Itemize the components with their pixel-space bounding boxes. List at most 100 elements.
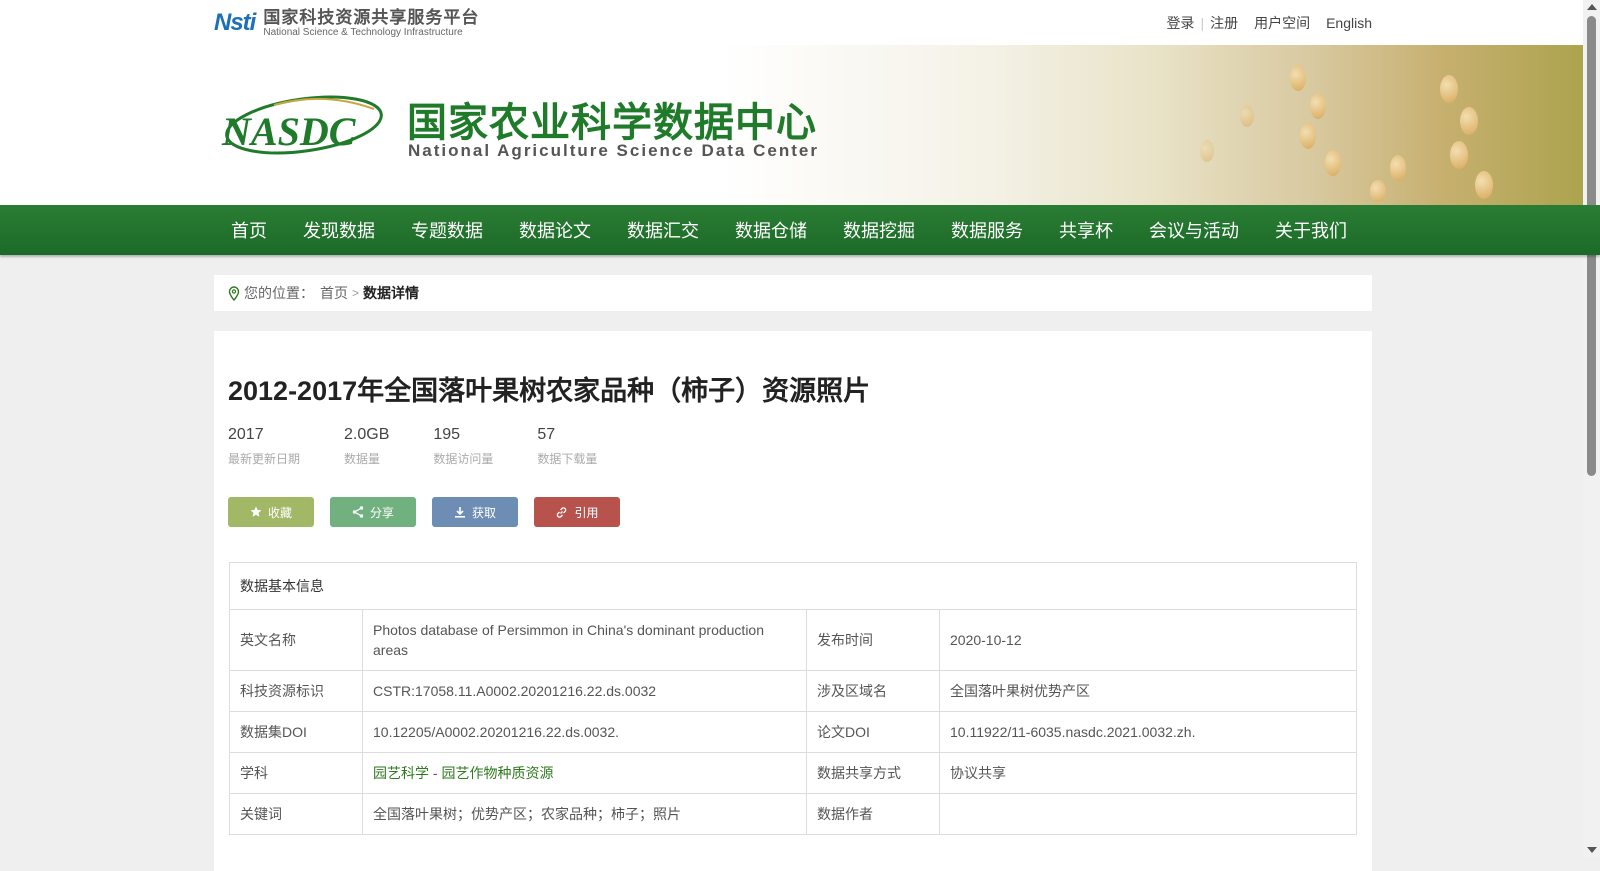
share-button[interactable]: 分享 (330, 497, 416, 527)
nav-item-papers[interactable]: 数据论文 (501, 217, 609, 243)
table-header: 数据基本信息 (229, 562, 1357, 610)
download-icon (454, 507, 465, 518)
field-value-cstr: CSTR:17058.11.A0002.20201216.22.ds.0032 (362, 670, 807, 712)
table-row: 科技资源标识 CSTR:17058.11.A0002.20201216.22.d… (229, 670, 1357, 712)
center-name-cn: 国家农业科学数据中心 (407, 101, 817, 145)
field-label-keywords: 关键词 (229, 793, 363, 835)
stat-value: 195 (433, 426, 461, 443)
table-row: 英文名称 Photos database of Persimmon in Chi… (229, 609, 1357, 671)
scroll-up-icon[interactable] (1587, 4, 1597, 10)
nav-item-cup[interactable]: 共享杯 (1041, 217, 1131, 243)
get-data-button[interactable]: 获取 (432, 497, 518, 527)
field-label-publish-date: 发布时间 (806, 609, 940, 671)
share-icon (352, 506, 364, 518)
field-label-subject: 学科 (229, 752, 363, 794)
subject-link-horticulture[interactable]: 园艺科学 (373, 765, 429, 781)
stat-label: 数据访问量 (433, 452, 494, 466)
rice-grain-decoration (1370, 180, 1386, 202)
field-value-region: 全国落叶果树优势产区 (939, 670, 1357, 712)
subject-separator: - (429, 765, 442, 781)
field-value-publish-date: 2020-10-12 (939, 609, 1357, 671)
vertical-scrollbar[interactable] (1583, 0, 1600, 857)
nsti-logo[interactable]: Nsti 国家科技资源共享服务平台 National Science & Tec… (214, 7, 480, 38)
field-value-subject: 园艺科学 - 园艺作物种质资源 (362, 752, 807, 794)
location-pin-icon (228, 285, 240, 301)
basic-info-table: 数据基本信息 英文名称 Photos database of Persimmon… (229, 562, 1357, 835)
nav-item-services[interactable]: 数据服务 (933, 217, 1041, 243)
field-label-authors: 数据作者 (806, 793, 940, 835)
user-space-link[interactable]: 用户空间 (1254, 13, 1310, 33)
main-nav: 首页 发现数据 专题数据 数据论文 数据汇交 数据仓储 数据挖掘 数据服务 共享… (0, 205, 1600, 255)
field-value-sharing-mode: 协议共享 (939, 752, 1357, 794)
action-buttons: 收藏 分享 获取 引用 (228, 497, 636, 527)
rice-grain-decoration (1390, 155, 1406, 181)
share-label: 分享 (369, 505, 394, 520)
header-banner: NASDC 国家农业科学数据中心 National Agriculture Sc… (0, 45, 1600, 205)
breadcrumb-prefix: 您的位置： (244, 285, 314, 301)
stat-value: 2.0GB (344, 426, 390, 443)
nasdc-logo-text: NASDC (221, 109, 357, 154)
stat-label: 最新更新日期 (228, 452, 301, 466)
link-icon (557, 506, 567, 518)
subject-link-germplasm[interactable]: 园艺作物种质资源 (441, 765, 553, 781)
center-name-en: National Agriculture Science Data Center (408, 141, 819, 160)
nav-item-topics[interactable]: 专题数据 (393, 217, 501, 243)
breadcrumb-home[interactable]: 首页 (320, 283, 348, 303)
stat-visits: 195 数据访问量 (433, 426, 493, 467)
field-label-sharing-mode: 数据共享方式 (806, 752, 940, 794)
table-row: 数据集DOI 10.12205/A0002.20201216.22.ds.003… (229, 711, 1357, 753)
nav-item-discover[interactable]: 发现数据 (285, 217, 393, 243)
breadcrumb-current: 数据详情 (363, 285, 420, 301)
chevron-right-icon: > (352, 286, 360, 300)
field-value-keywords: 全国落叶果树；优势产区；农家品种；柿子；照片 (362, 793, 807, 835)
nav-item-submit[interactable]: 数据汇交 (609, 217, 717, 243)
cite-button[interactable]: 引用 (534, 497, 620, 527)
platform-name-cn: 国家科技资源共享服务平台 (263, 7, 480, 27)
table-row: 学科 园艺科学 - 园艺作物种质资源 数据共享方式 协议共享 (229, 752, 1357, 794)
register-link[interactable]: 注册 (1210, 13, 1238, 33)
field-value-dataset-doi: 10.12205/A0002.20201216.22.ds.0032. (362, 711, 807, 753)
nasdc-logo[interactable]: NASDC (214, 95, 384, 159)
field-label-region: 涉及区域名 (806, 670, 940, 712)
english-link[interactable]: English (1326, 15, 1372, 31)
table-row: 关键词 全国落叶果树；优势产区；农家品种；柿子；照片 数据作者 (229, 793, 1357, 835)
field-label-english-name: 英文名称 (229, 609, 363, 671)
field-value-english-name: Photos database of Persimmon in China's … (362, 609, 807, 671)
nav-item-repository[interactable]: 数据仓储 (717, 217, 825, 243)
top-links: 登录 | 注册 用户空间 English (1166, 13, 1372, 33)
login-link[interactable]: 登录 (1166, 13, 1194, 33)
scroll-down-icon[interactable] (1587, 847, 1597, 853)
breadcrumb: 您的位置： 首页 > 数据详情 (214, 275, 1372, 311)
rice-grain-decoration (1440, 75, 1458, 103)
favorite-label: 收藏 (267, 505, 292, 520)
star-icon (250, 506, 262, 517)
nav-item-home[interactable]: 首页 (214, 217, 285, 243)
field-value-paper-doi: 10.11922/11-6035.nasdc.2021.0032.zh. (939, 711, 1357, 753)
dataset-title: 2012-2017年全国落叶果树农家品种（柿子）资源照片 (228, 376, 871, 406)
stat-value: 2017 (228, 426, 264, 443)
stat-value: 57 (537, 426, 556, 443)
rice-grain-decoration (1450, 141, 1468, 169)
field-label-dataset-doi: 数据集DOI (229, 711, 363, 753)
dataset-detail-card: 2012-2017年全国落叶果树农家品种（柿子）资源照片 2017 最新更新日期… (214, 331, 1372, 871)
nav-item-events[interactable]: 会议与活动 (1131, 217, 1257, 243)
field-value-authors (939, 793, 1357, 835)
favorite-button[interactable]: 收藏 (228, 497, 314, 527)
field-label-paper-doi: 论文DOI (806, 711, 940, 753)
rice-grain-decoration (1460, 107, 1478, 135)
stat-data-size: 2.0GB 数据量 (344, 426, 389, 467)
stat-downloads: 57 数据下载量 (537, 426, 597, 467)
stat-update-date: 2017 最新更新日期 (228, 426, 300, 467)
field-label-cstr: 科技资源标识 (229, 670, 363, 712)
get-data-label: 获取 (471, 505, 496, 520)
dataset-stats: 2017 最新更新日期 2.0GB 数据量 195 数据访问量 57 数据下载量 (228, 426, 641, 467)
stat-label: 数据量 (344, 452, 381, 466)
nav-item-mining[interactable]: 数据挖掘 (825, 217, 933, 243)
nav-item-about[interactable]: 关于我们 (1257, 217, 1365, 243)
platform-name-en: National Science & Technology Infrastruc… (263, 26, 463, 38)
rice-grain-decoration (1475, 171, 1493, 199)
stat-label: 数据下载量 (537, 452, 598, 466)
divider: | (1200, 15, 1205, 31)
nsti-logo-mark: Nsti (214, 9, 256, 36)
top-bar: Nsti 国家科技资源共享服务平台 National Science & Tec… (0, 0, 1600, 45)
